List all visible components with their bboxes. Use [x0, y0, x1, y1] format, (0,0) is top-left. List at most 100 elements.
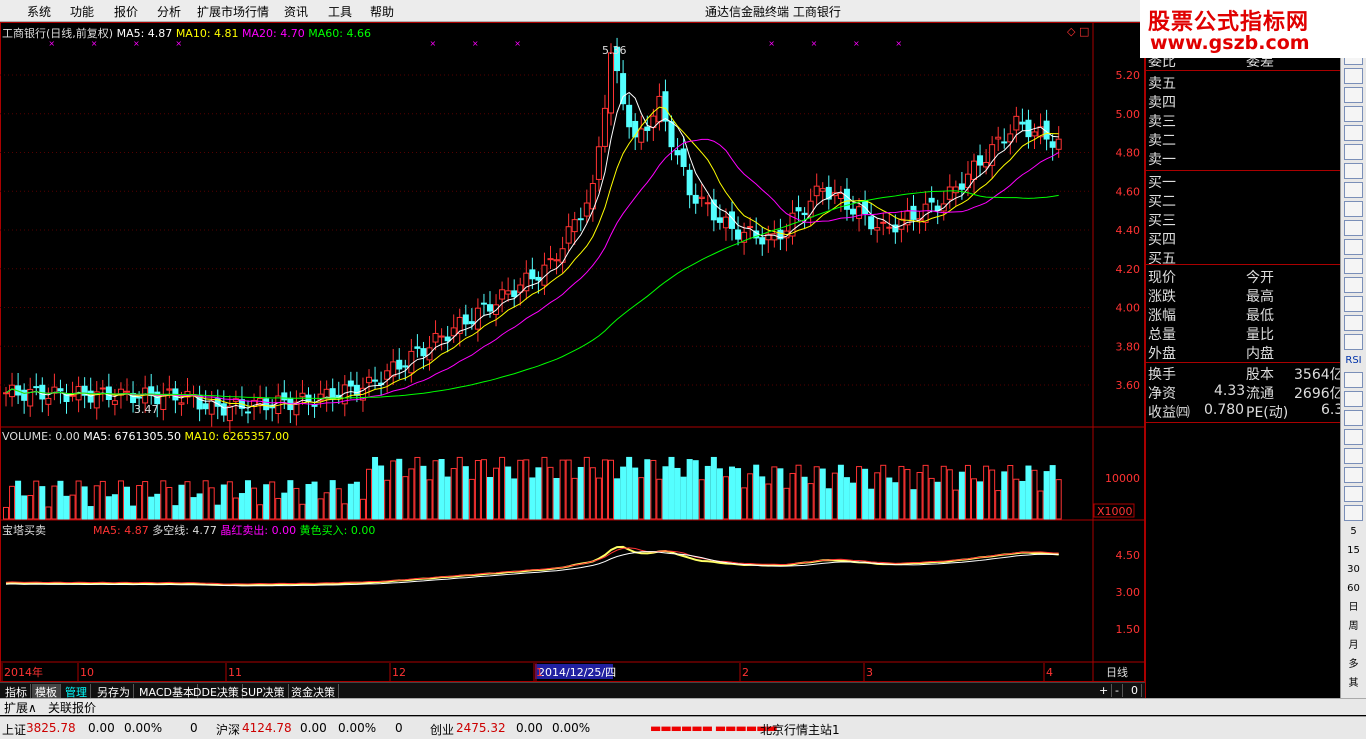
- ext-toggle[interactable]: 扩展∧: [4, 699, 37, 716]
- tool-button-5[interactable]: [1344, 125, 1363, 141]
- tool-button-14[interactable]: [1344, 296, 1363, 312]
- sh-label: 上证: [2, 723, 27, 737]
- vol-unit: X1000: [1097, 505, 1133, 518]
- volume-legend: VOLUME: 0.00 MA5: 6761305.50 MA10: 62653…: [2, 430, 289, 443]
- tool-button-13[interactable]: [1344, 277, 1363, 293]
- time-label-5: 1: [536, 666, 543, 679]
- tool-button-27[interactable]: 15: [1344, 543, 1363, 559]
- tool-button-31[interactable]: 周: [1344, 619, 1363, 635]
- tool-button-32[interactable]: 月: [1344, 638, 1363, 654]
- ind-yellow: 黄色买入: 0.00: [299, 524, 376, 537]
- tool-button-28[interactable]: 30: [1344, 562, 1363, 578]
- tool-button-17[interactable]: RSI: [1344, 353, 1363, 369]
- ind-line-white: [5, 551, 1059, 587]
- menu-item-0[interactable]: 系统: [27, 3, 51, 20]
- extension-bar: 扩展∧ 关联报价: [0, 698, 1366, 715]
- time-label-3: 12: [392, 666, 406, 679]
- indicator-legend: 宝塔买卖 MA5: 4.87 多空线: 4.77 晶红卖出: 0.00 黄色买入…: [2, 522, 375, 538]
- ind-line-yellow: [5, 545, 1059, 587]
- tool-button-8[interactable]: [1344, 182, 1363, 198]
- ind-red: 晶红卖出: 0.00: [220, 524, 297, 537]
- logo-line2: www.gszb.com: [1150, 32, 1310, 54]
- zoom-control-2[interactable]: 0: [1128, 684, 1142, 697]
- time-label-4: 2014/12/25/四: [538, 666, 616, 679]
- period-label[interactable]: 日线: [1106, 665, 1128, 679]
- tool-button-34[interactable]: 其: [1344, 676, 1363, 692]
- label-float: 流通: [1246, 386, 1274, 402]
- tool-button-7[interactable]: [1344, 163, 1363, 179]
- indicator-name: 宝塔买卖: [2, 524, 46, 537]
- menu-item-4[interactable]: 扩展市场行情: [197, 3, 269, 20]
- tool-button-2[interactable]: [1344, 68, 1363, 84]
- tool-button-33[interactable]: 多: [1344, 657, 1363, 673]
- tool-button-24[interactable]: [1344, 486, 1363, 502]
- price-tick-6: 4.00: [1116, 302, 1141, 315]
- label-pe: PE(动): [1246, 405, 1289, 421]
- tool-button-26[interactable]: 5: [1344, 524, 1363, 540]
- tool-button-9[interactable]: [1344, 201, 1363, 217]
- server-name[interactable]: 北京行情主站1: [760, 721, 840, 738]
- menu-item-6[interactable]: 工具: [328, 3, 352, 20]
- tool-button-21[interactable]: [1344, 429, 1363, 445]
- tool-button-22[interactable]: [1344, 448, 1363, 464]
- menu-item-5[interactable]: 资讯: [284, 3, 308, 20]
- tool-button-6[interactable]: [1344, 144, 1363, 160]
- sell-level-0: 卖五: [1148, 76, 1176, 92]
- tool-button-18[interactable]: [1344, 372, 1363, 388]
- sell-level-2: 卖三: [1148, 114, 1176, 130]
- time-label-7: 3: [866, 666, 873, 679]
- tool-button-3[interactable]: [1344, 87, 1363, 103]
- quote-left-4: 外盘: [1148, 346, 1176, 362]
- status-bar: 上证 3825.78 0.00 0.00% 0 沪深 4124.78 0.00 …: [0, 716, 1366, 739]
- value-capital: 3564亿: [1294, 367, 1344, 383]
- cy-label: 创业: [430, 723, 455, 737]
- site-logo: 股票公式指标网 www.gszb.com: [1140, 0, 1366, 58]
- buy-level-2: 买三: [1148, 213, 1176, 229]
- vol-ma10: MA10: 6265357.00: [184, 430, 290, 443]
- buy-level-1: 买二: [1148, 194, 1176, 210]
- tool-button-19[interactable]: [1344, 391, 1363, 407]
- tool-button-25[interactable]: [1344, 505, 1363, 521]
- chart-area[interactable]: 5.20 5.00 4.80 4.60 4.40 4.20 4.00 3.80 3.60 5.36…: [0, 22, 1145, 682]
- kline-chart[interactable]: 5.20 5.00 4.80 4.60 4.40 4.20 4.00 3.80 3.60 5.36…: [0, 22, 1145, 682]
- related-quote[interactable]: 关联报价: [48, 699, 96, 716]
- bottom-tabs: 指标 模板 管理 另存为 MACD基本 DDE决策 SUP决策 资金决策 + -0: [0, 682, 1145, 700]
- tool-button-12[interactable]: [1344, 258, 1363, 274]
- tool-button-30[interactable]: 日: [1344, 600, 1363, 616]
- menu-item-2[interactable]: 报价: [114, 3, 138, 20]
- tool-button-15[interactable]: [1344, 315, 1363, 331]
- quote-left-1: 涨跌: [1148, 289, 1176, 305]
- volume-bars: [3, 456, 1062, 520]
- svg-text:×: ×: [430, 39, 437, 48]
- tool-button-10[interactable]: [1344, 220, 1363, 236]
- price-tick-5: 4.20: [1116, 263, 1141, 276]
- svg-text:×: ×: [895, 39, 902, 48]
- sell-level-4: 卖一: [1148, 152, 1176, 168]
- buy-level-0: 买一: [1148, 175, 1176, 191]
- quote-right-0: 今开: [1246, 270, 1274, 286]
- cy-chg: 0.00: [516, 721, 543, 735]
- legend-title: 工商银行(日线,前复权): [2, 27, 114, 40]
- tool-button-23[interactable]: [1344, 467, 1363, 483]
- menu-item-1[interactable]: 功能: [70, 3, 94, 20]
- time-label-6: 2: [742, 666, 749, 679]
- tool-button-16[interactable]: [1344, 334, 1363, 350]
- legend-ma5: MA5: 4.87: [116, 27, 173, 40]
- zoom-control-1[interactable]: -: [1112, 684, 1123, 697]
- label-net-asset: 净资: [1148, 386, 1176, 402]
- tool-button-29[interactable]: 60: [1344, 581, 1363, 597]
- ma5-line: [5, 91, 1059, 409]
- tool-button-20[interactable]: [1344, 410, 1363, 426]
- svg-text:×: ×: [472, 39, 479, 48]
- quote-right-3: 量比: [1246, 327, 1274, 343]
- tool-button-11[interactable]: [1344, 239, 1363, 255]
- chart-corner-icons[interactable]: ◇ □: [1067, 25, 1089, 38]
- tool-button-4[interactable]: [1344, 106, 1363, 122]
- quote-left-2: 涨幅: [1148, 308, 1176, 324]
- zoom-control-0[interactable]: +: [1096, 684, 1113, 697]
- time-label-2: 11: [228, 666, 242, 679]
- hs-label: 沪深: [216, 723, 241, 737]
- menu-item-3[interactable]: 分析: [157, 3, 181, 20]
- app-title: 通达信金融终端 工商银行: [705, 5, 841, 19]
- menu-item-7[interactable]: 帮助: [370, 3, 394, 20]
